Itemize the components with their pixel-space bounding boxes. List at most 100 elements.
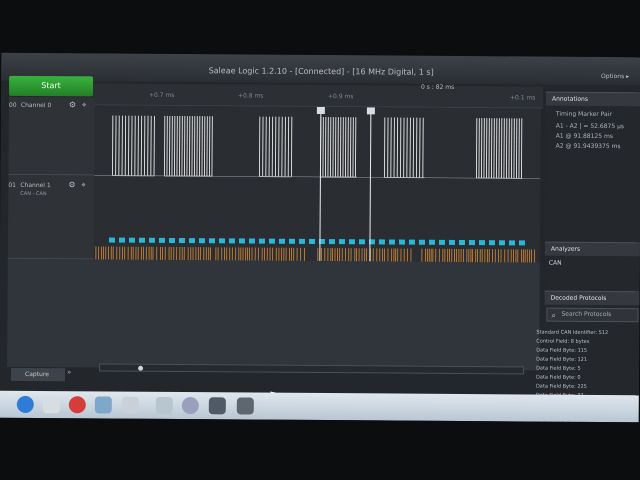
scrollbar-thumb[interactable] (138, 365, 144, 371)
channel-name[interactable]: Channel 1 (20, 182, 50, 189)
empty-channel-area (7, 258, 540, 371)
pin-icon[interactable]: ⌖ (81, 180, 86, 190)
app-icon[interactable] (181, 397, 199, 415)
protocol-search-input[interactable]: ⌕ Search Protocols (546, 307, 639, 323)
more-tabs-button[interactable]: » (67, 368, 71, 376)
channel-number: 00 (8, 101, 17, 109)
decode-marker (298, 238, 305, 244)
decode-marker (118, 237, 125, 243)
channel-name[interactable]: Channel 0 (21, 102, 51, 109)
time-ruler: +0.7 ms +0.8 ms +0.9 ms +0.1 ms 0 s : 82… (92, 83, 544, 109)
can-decode-markers (108, 237, 525, 246)
decode-marker (468, 240, 475, 246)
time-tick: +0.1 ms (509, 94, 536, 102)
decoded-protocol-item[interactable]: Data Field Byte: 5 (536, 366, 581, 372)
decode-marker (208, 238, 215, 244)
decode-marker (158, 237, 165, 243)
start-button[interactable]: Start (8, 75, 94, 97)
waveform-baseline (94, 175, 541, 179)
decode-marker (478, 240, 485, 246)
decoded-protocol-item[interactable]: Data Field Byte: 0 (536, 375, 581, 381)
marker-a1-handle[interactable] (316, 106, 325, 115)
decoded-protocol-item[interactable]: Data Field Byte: 225 (536, 384, 587, 390)
app-icon[interactable] (208, 397, 226, 415)
timing-marker-pair[interactable]: Timing Marker Pair (556, 111, 612, 118)
opera-icon[interactable] (68, 396, 86, 414)
marker-a2-time: A2 @ 91.9439375 ms (555, 142, 621, 151)
decode-marker (418, 239, 425, 245)
decode-marker (128, 237, 135, 243)
marker-a1-time: A1 @ 91.88125 ms (555, 132, 613, 141)
channel-0-waveform (94, 115, 541, 179)
decoded-protocol-item[interactable]: Data Field Byte: 115 (536, 348, 587, 354)
search-placeholder: Search Protocols (561, 310, 612, 319)
decode-marker (228, 238, 235, 244)
gear-icon[interactable]: ⚙ (68, 180, 75, 189)
decode-marker (518, 240, 525, 246)
time-reference: 0 s : 82 ms (421, 83, 455, 91)
decode-marker (508, 240, 515, 246)
decoded-protocols-header[interactable]: Decoded Protocols (544, 290, 640, 306)
options-button[interactable]: Options ▸ (601, 73, 629, 80)
channel-panel: 00 Channel 0 ⚙ ⌖ 01 Channel 1 CAN - CAN … (7, 96, 95, 260)
time-tick: +0.7 ms (148, 91, 175, 99)
decode-marker (238, 238, 245, 244)
capture-tab[interactable]: Capture (10, 367, 66, 382)
app-icon[interactable] (94, 396, 112, 414)
horizontal-scrollbar[interactable] (99, 363, 525, 375)
decode-marker (248, 238, 255, 244)
decode-marker (488, 240, 495, 246)
decode-marker (108, 237, 115, 243)
decode-marker (198, 238, 205, 244)
decode-marker (278, 238, 285, 244)
decode-marker (338, 239, 345, 245)
decode-marker (148, 237, 155, 243)
decode-marker (328, 239, 335, 245)
decode-marker (498, 240, 505, 246)
timing-marker-a2[interactable] (369, 107, 372, 270)
app-icon[interactable] (121, 396, 139, 414)
gear-icon[interactable]: ⚙ (69, 100, 76, 109)
decode-marker (398, 239, 405, 245)
waveform-area[interactable] (93, 105, 541, 271)
decode-marker (438, 239, 445, 245)
decode-marker (178, 238, 185, 244)
decode-marker (358, 239, 365, 245)
decoded-protocol-item[interactable]: Control Field: 8 bytes (536, 339, 589, 345)
marker-a2-handle[interactable] (366, 107, 375, 115)
channel-analyzer-label: CAN - CAN (20, 190, 47, 198)
decode-marker (268, 238, 275, 244)
decode-marker (448, 239, 455, 245)
marker-delta: A1 - A2 | = 52.6875 µs (555, 122, 625, 131)
explorer-icon[interactable] (42, 396, 60, 414)
start-menu-icon[interactable] (16, 395, 34, 414)
analyzer-can[interactable]: CAN (549, 260, 562, 267)
decode-marker (458, 239, 465, 246)
decode-marker (408, 239, 415, 245)
channel-number: 01 (8, 181, 17, 189)
decode-marker (218, 238, 225, 244)
window-title: Saleae Logic 1.2.10 - [Connected] - [16 … (1, 52, 640, 86)
pin-icon[interactable]: ⌖ (82, 100, 87, 110)
decode-marker (428, 239, 435, 245)
channel-row-1[interactable]: 01 Channel 1 CAN - CAN ⚙ ⌖ (7, 176, 95, 260)
decode-marker (288, 238, 295, 244)
time-tick: +0.9 ms (327, 93, 354, 101)
search-icon: ⌕ (551, 310, 556, 320)
decode-marker (138, 237, 145, 243)
paw-icon[interactable] (236, 397, 254, 415)
channel-row-0[interactable]: 00 Channel 0 ⚙ ⌖ (8, 96, 95, 176)
annotations-header[interactable]: Annotations (545, 91, 640, 107)
timing-marker-a1[interactable] (319, 106, 322, 270)
analyzers-header[interactable]: Analyzers (544, 241, 640, 257)
time-tick: +0.8 ms (237, 92, 264, 100)
decoded-protocol-item[interactable]: Standard CAN Identifier: 512 (536, 330, 608, 337)
windows-taskbar (0, 390, 639, 423)
decoded-protocol-item[interactable]: Data Field Byte: 121 (536, 357, 587, 363)
decode-marker (188, 238, 195, 244)
app-icon[interactable] (155, 396, 173, 414)
decode-marker (378, 239, 385, 245)
saleae-logic-window: Saleae Logic 1.2.10 - [Connected] - [16 … (0, 52, 640, 423)
right-sidebar: Annotations Timing Marker Pair A1 - A2 |… (536, 91, 640, 422)
decode-marker (388, 239, 395, 245)
